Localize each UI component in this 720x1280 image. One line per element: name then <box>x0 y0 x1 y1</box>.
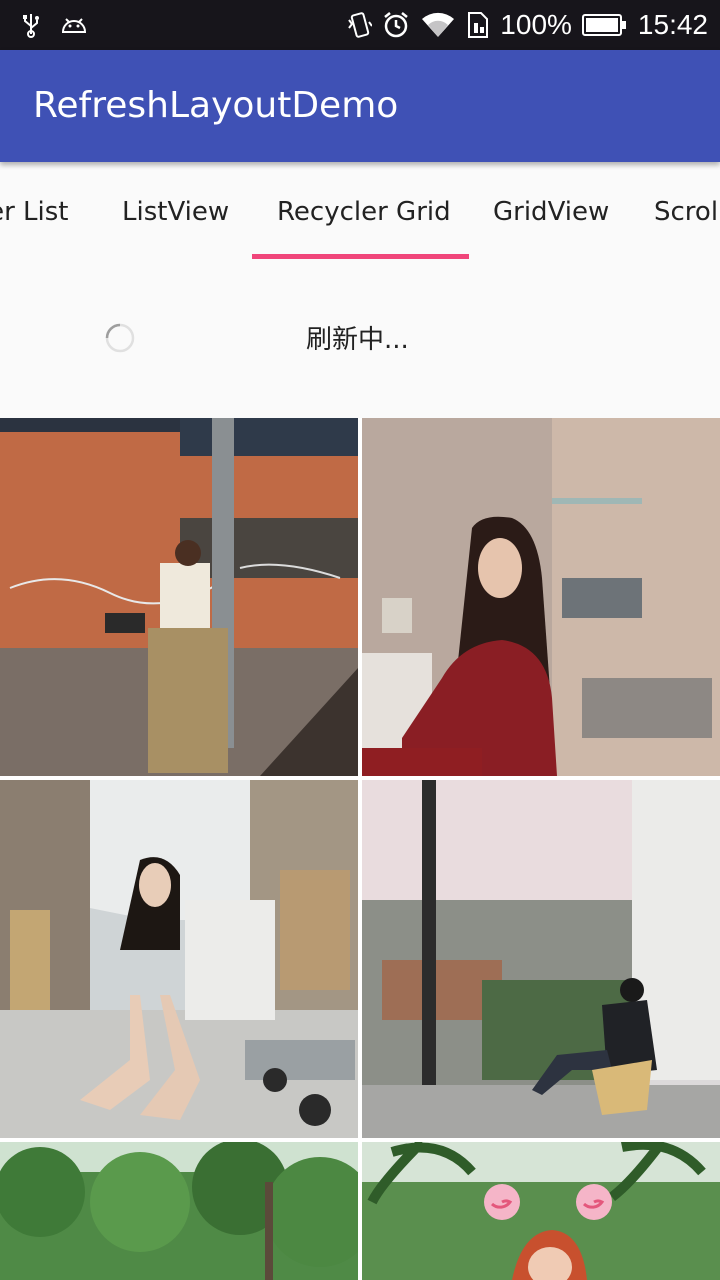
loading-spinner-icon <box>104 322 136 354</box>
tab-listview[interactable]: ListView <box>122 192 229 232</box>
android-debug-icon <box>60 14 88 36</box>
tab-indicator <box>252 254 469 259</box>
tab-strip[interactable]: Recycler List ListView Recycler Grid Gri… <box>0 162 720 260</box>
photo-item[interactable] <box>0 780 358 1138</box>
photo-grid[interactable] <box>0 418 720 1280</box>
status-bar: 100% 15:42 <box>0 0 720 50</box>
photo-item[interactable] <box>362 418 720 776</box>
tab-recycler-grid[interactable]: Recycler Grid <box>277 192 451 232</box>
photo-item[interactable] <box>362 780 720 1138</box>
wifi-icon <box>420 11 456 39</box>
sim-icon <box>466 11 490 39</box>
alarm-icon <box>382 11 410 39</box>
tab-scrollview[interactable]: ScrollView <box>654 192 720 232</box>
tab-gridview[interactable]: GridView <box>493 192 609 232</box>
photo-item[interactable] <box>0 418 358 776</box>
photo-item[interactable] <box>0 1142 358 1280</box>
app-bar: RefreshLayoutDemo <box>0 50 720 162</box>
usb-icon <box>20 12 42 38</box>
clock: 15:42 <box>637 9 708 40</box>
tab-recycler-list[interactable]: Recycler List <box>0 192 69 232</box>
battery-percent: 100% <box>500 9 572 40</box>
battery-icon <box>581 13 628 37</box>
app-title: RefreshLayoutDemo <box>33 85 399 126</box>
refresh-status-text: 刷新中... <box>306 325 409 355</box>
photo-item[interactable] <box>362 1142 720 1280</box>
refresh-header: 刷新中... <box>0 260 720 418</box>
vibrate-icon <box>346 10 373 40</box>
